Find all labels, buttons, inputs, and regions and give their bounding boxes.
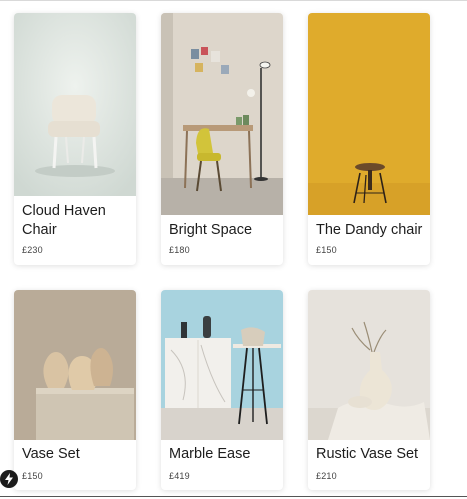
product-name[interactable]: Marble Ease	[169, 445, 277, 464]
product-price: £230	[22, 245, 43, 255]
product-card[interactable]: The Dandy chair £150	[308, 13, 430, 265]
product-price: £210	[316, 471, 337, 481]
product-image	[161, 13, 283, 215]
product-price: £150	[22, 471, 43, 481]
product-card[interactable]: Marble Ease £419	[161, 290, 283, 490]
product-name[interactable]: The Dandy chair	[316, 221, 424, 240]
product-price: £180	[169, 245, 190, 255]
product-card[interactable]: Rustic Vase Set £210	[308, 290, 430, 490]
product-name[interactable]: Cloud Haven Chair	[22, 202, 130, 240]
product-card[interactable]: Vase Set £150	[14, 290, 136, 490]
product-price: £419	[169, 471, 190, 481]
product-name[interactable]: Bright Space	[169, 221, 277, 240]
product-image	[14, 290, 136, 440]
top-divider	[0, 0, 467, 1]
product-image	[308, 290, 430, 440]
product-card[interactable]: Bright Space £180	[161, 13, 283, 265]
product-price: £150	[316, 245, 337, 255]
product-name[interactable]: Rustic Vase Set	[316, 445, 424, 464]
product-image	[308, 13, 430, 215]
bolt-icon[interactable]	[0, 470, 18, 488]
product-card[interactable]: Cloud Haven Chair £230	[14, 13, 136, 265]
product-name[interactable]: Vase Set	[22, 445, 130, 464]
product-image	[161, 290, 283, 440]
product-image	[14, 13, 136, 196]
bottom-divider	[0, 496, 467, 497]
